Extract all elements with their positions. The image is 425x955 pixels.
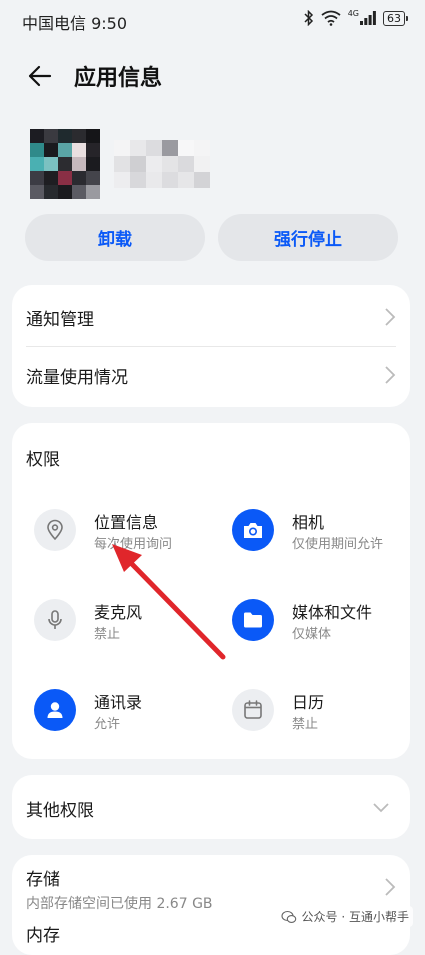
permission-status: 每次使用询问 <box>94 537 173 552</box>
page-title: 应用信息 <box>74 66 163 91</box>
memory-label: 内存 <box>26 926 60 946</box>
chevron-right-icon <box>385 366 396 384</box>
chevron-down-icon <box>373 803 389 813</box>
permission-status: 禁止 <box>94 627 121 642</box>
storage-detail: 内部存储空间已使用 2.67 GB <box>26 896 213 912</box>
permission-location[interactable]: 位置信息 每次使用询问 <box>26 509 216 569</box>
bluetooth-icon <box>304 10 314 26</box>
watermark: 公众号 · 互通小帮手 <box>276 906 413 927</box>
cellular-signal-icon: 4G <box>348 10 376 26</box>
folder-icon <box>232 599 274 641</box>
permission-name: 麦克风 <box>94 603 143 622</box>
permission-name: 媒体和文件 <box>292 603 373 622</box>
permission-calendar[interactable]: 日历 禁止 <box>224 689 414 749</box>
watermark-text: 公众号 · 互通小帮手 <box>301 910 409 924</box>
other-permissions-row[interactable]: 其他权限 <box>12 775 410 839</box>
battery-indicator: 63 <box>383 10 408 26</box>
permission-contacts[interactable]: 通讯录 允许 <box>26 689 216 749</box>
permissions-title: 权限 <box>26 450 60 470</box>
camera-icon <box>232 509 274 551</box>
chevron-right-icon <box>385 878 396 896</box>
location-icon <box>34 509 76 551</box>
carrier-time: 中国电信 9:50 <box>22 14 128 33</box>
back-arrow-icon[interactable] <box>26 62 54 90</box>
calendar-icon <box>232 689 274 731</box>
wechat-icon <box>280 910 296 923</box>
permission-status: 禁止 <box>292 717 319 732</box>
permission-name: 相机 <box>292 513 325 532</box>
network-type: 4G <box>347 9 359 18</box>
microphone-icon <box>34 599 76 641</box>
permission-status: 仅使用期间允许 <box>292 537 384 552</box>
permission-name: 日历 <box>292 693 325 712</box>
data-usage-row[interactable]: 流量使用情况 <box>12 345 410 405</box>
app-name-mosaic <box>114 140 214 188</box>
other-permissions-label: 其他权限 <box>26 801 94 821</box>
force-stop-button[interactable]: 强行停止 <box>218 214 398 261</box>
app-bar: 应用信息 <box>0 52 425 100</box>
row-label: 流量使用情况 <box>26 368 128 388</box>
status-bar: 中国电信 9:50 4G 63 <box>0 0 425 40</box>
permission-status: 允许 <box>94 717 121 732</box>
wifi-icon <box>321 10 341 26</box>
notification-management-row[interactable]: 通知管理 <box>12 287 410 347</box>
app-icon <box>30 129 100 199</box>
chevron-right-icon <box>385 308 396 326</box>
permission-camera[interactable]: 相机 仅使用期间允许 <box>224 509 414 569</box>
permissions-card: 权限 位置信息 每次使用询问 相机 仅使用期间允许 麦克风 禁止 媒体和文件 仅… <box>12 423 410 759</box>
storage-label: 存储 <box>26 870 60 890</box>
permission-status: 仅媒体 <box>292 627 332 642</box>
storage-card[interactable]: 存储 内部存储空间已使用 2.67 GB 内存 <box>12 855 410 955</box>
permission-microphone[interactable]: 麦克风 禁止 <box>26 599 216 659</box>
uninstall-button[interactable]: 卸载 <box>25 214 205 261</box>
settings-card: 通知管理 流量使用情况 <box>12 285 410 407</box>
permission-media-files[interactable]: 媒体和文件 仅媒体 <box>224 599 414 659</box>
contacts-icon <box>34 689 76 731</box>
status-icons: 4G 63 <box>304 10 408 26</box>
permission-name: 通讯录 <box>94 693 143 712</box>
row-label: 通知管理 <box>26 310 94 330</box>
permission-name: 位置信息 <box>94 513 159 532</box>
